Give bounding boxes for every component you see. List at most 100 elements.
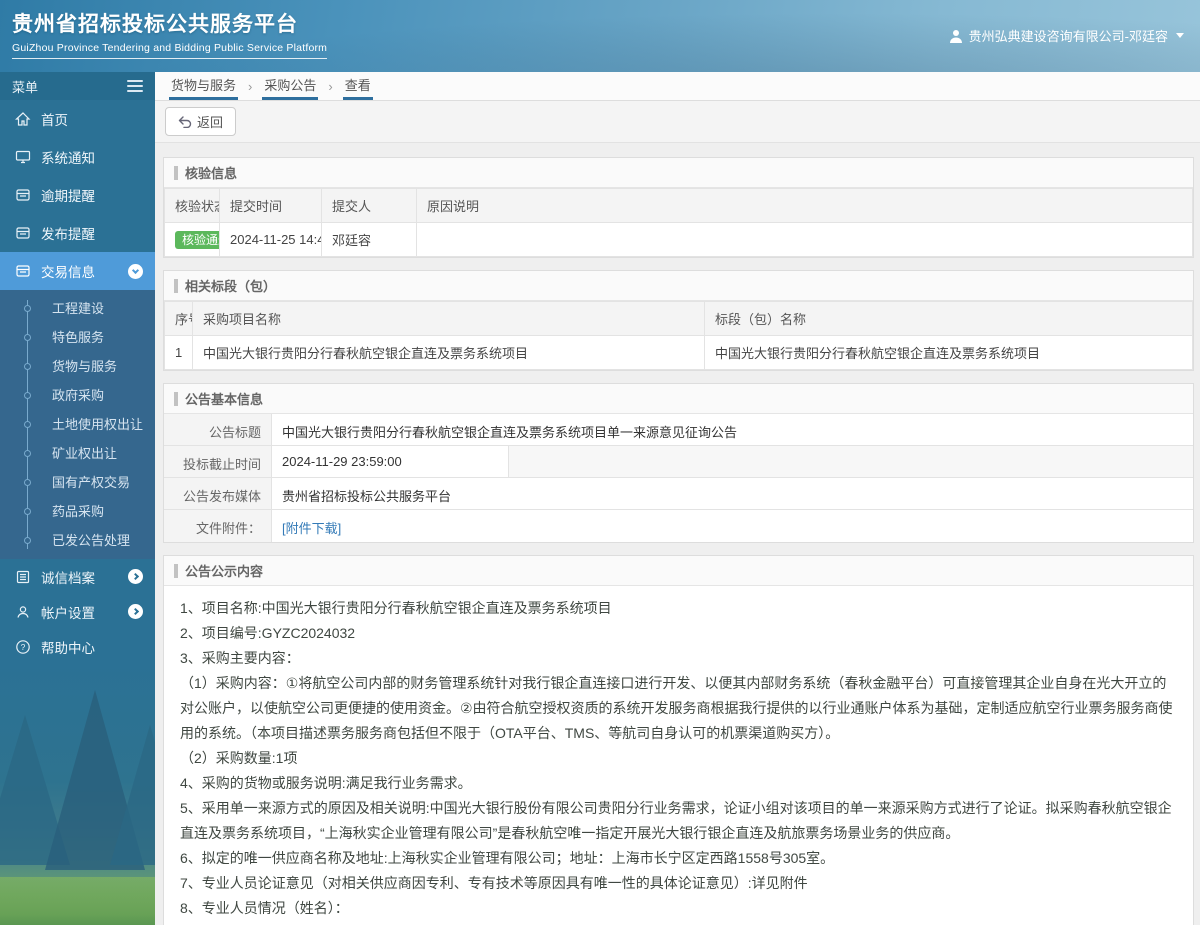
submenu-item-published-notice-handling[interactable]: 已发公告处理: [0, 526, 155, 555]
col-verify-status: 核验状态: [164, 188, 220, 223]
field-label: 投标截止时间: [164, 446, 272, 477]
notice-line: 2、项目编号:GYZC2024032: [180, 625, 356, 641]
brand: 贵州省招标投标公共服务平台 GuiZhou Province Tendering…: [12, 8, 328, 59]
submenu-item-state-property[interactable]: 国有产权交易: [0, 468, 155, 497]
page-subtitle: GuiZhou Province Tendering and Bidding P…: [12, 42, 328, 59]
breadcrumb-view[interactable]: 查看: [342, 72, 373, 100]
verification-panel: 核验信息 核验状态 提交时间 提交人 原因说明 核验通过 2024-11-25 …: [163, 157, 1194, 258]
submenu-item-land-use-rights[interactable]: 土地使用权出让: [0, 410, 155, 439]
attachment-download-link[interactable]: [附件下载]: [282, 521, 341, 536]
notice-line: 7、专业人员论证意见（对相关供应商因专利、专有技术等原因具有唯一性的具体论证意见…: [180, 875, 808, 891]
col-index: 序号: [164, 301, 193, 336]
toolbar: 返回: [155, 101, 1200, 143]
sidebar-item-label: 交易信息: [41, 265, 95, 280]
title-bar-marker: [174, 165, 178, 180]
question-icon: ?: [14, 638, 31, 655]
notice-line: 8、专业人员情况（姓名）：: [180, 900, 349, 916]
field-row-bid-deadline: 投标截止时间 2024-11-29 23:59:00: [164, 446, 1193, 478]
notice-line: 专家：张婷婷、张永环、熊华芬: [180, 921, 1177, 925]
col-package-name: 标段（包）名称: [704, 301, 1193, 336]
submenu-item-government-procurement[interactable]: 政府采购: [0, 381, 155, 410]
folder-icon: [14, 187, 31, 204]
title-bar-marker: [174, 278, 178, 293]
table-row: 核验通过 2024-11-25 14:46 邓廷容: [164, 222, 1193, 257]
notice-content-body: 1、项目名称:中国光大银行贵阳分行春秋航空银企直连及票务系统项目 2、项目编号:…: [164, 586, 1193, 925]
user-menu[interactable]: 贵州弘典建设咨询有限公司-邓廷容: [949, 26, 1184, 45]
field-row-attachment: 文件附件： [附件下载]: [164, 510, 1193, 542]
project-name-cell: 中国光大银行贵阳分行春秋航空银企直连及票务系统项目: [192, 335, 705, 370]
table-row: 1 中国光大银行贵阳分行春秋航空银企直连及票务系统项目 中国光大银行贵阳分行春秋…: [164, 335, 1193, 370]
transaction-submenu: 工程建设 特色服务 货物与服务 政府采购 土地使用权出让 矿业权出让 国有产权交…: [0, 290, 155, 559]
bid-deadline-value: 2024-11-29 23:59:00: [272, 446, 509, 477]
page-body: 核验信息 核验状态 提交时间 提交人 原因说明 核验通过 2024-11-25 …: [155, 143, 1200, 925]
col-project-name: 采购项目名称: [192, 301, 705, 336]
submenu-item-project-construction[interactable]: 工程建设: [0, 294, 155, 323]
sidebar-item-overdue-reminder[interactable]: 逾期提醒: [0, 176, 155, 214]
notice-line: 4、采购的货物或服务说明:满足我行业务需求。: [180, 775, 472, 791]
sidebar-item-label: 帐户设置: [41, 605, 95, 621]
index-cell: 1: [164, 335, 193, 370]
row-filler: [509, 446, 1193, 477]
verification-panel-title: 核验信息: [164, 158, 1193, 188]
notice-line: 1、项目名称:中国光大银行贵阳分行春秋航空银企直连及票务系统项目: [180, 600, 612, 616]
back-button-label: 返回: [197, 115, 224, 130]
sidebar-item-credit-archive[interactable]: 诚信档案: [0, 559, 155, 594]
folder-icon: [14, 225, 31, 242]
svg-text:?: ?: [20, 642, 25, 652]
breadcrumb-goods-services[interactable]: 货物与服务: [169, 72, 239, 100]
chevron-right-icon: [128, 604, 143, 619]
sidebar: 菜单 首页 系统通知 逾期提醒 发布提醒 交易信息 工程建设 特色服务 货物与服…: [0, 72, 155, 925]
monitor-icon: [14, 149, 31, 166]
field-row-publish-media: 公告发布媒体 贵州省招标投标公共服务平台: [164, 478, 1193, 510]
folder-icon: [14, 263, 31, 280]
hamburger-icon[interactable]: [127, 77, 143, 95]
field-label: 文件附件：: [164, 510, 272, 542]
notice-line: （1）采购内容：①将航空公司内部的财务管理系统针对我行银企直连接口进行开发、以便…: [180, 675, 1173, 741]
notice-line: 5、采用单一来源方式的原因及相关说明:中国光大银行股份有限公司贵阳分行业务需求，…: [180, 800, 1172, 841]
sidebar-item-label: 帮助中心: [41, 640, 95, 656]
table-header-row: 核验状态 提交时间 提交人 原因说明: [164, 188, 1193, 223]
packages-panel: 相关标段（包） 序号 采购项目名称 标段（包）名称 1 中国光大银行贵阳分行春秋…: [163, 270, 1194, 371]
publish-media-value: 贵州省招标投标公共服务平台: [272, 478, 1193, 509]
table-header-row: 序号 采购项目名称 标段（包）名称: [164, 301, 1193, 336]
user-icon: [14, 603, 31, 620]
submenu-item-mining-rights[interactable]: 矿业权出让: [0, 439, 155, 468]
notice-line: （2）采购数量:1项: [180, 750, 298, 766]
package-name-cell: 中国光大银行贵阳分行春秋航空银企直连及票务系统项目: [704, 335, 1193, 370]
submenu-item-drug-procurement[interactable]: 药品采购: [0, 497, 155, 526]
back-icon: [178, 115, 192, 128]
submenu-item-special-services[interactable]: 特色服务: [0, 323, 155, 352]
sidebar-item-account-settings[interactable]: 帐户设置: [0, 594, 155, 629]
breadcrumb-separator: ›: [328, 79, 333, 94]
list-icon: [14, 568, 31, 585]
back-button[interactable]: 返回: [165, 107, 237, 136]
sidebar-item-system-notice[interactable]: 系统通知: [0, 138, 155, 176]
title-bar-marker: [174, 563, 178, 578]
sidebar-item-label: 系统通知: [41, 151, 95, 166]
breadcrumb-separator: ›: [248, 79, 253, 94]
sidebar-item-publish-reminder[interactable]: 发布提醒: [0, 214, 155, 252]
sidebar-item-help-center[interactable]: ? 帮助中心: [0, 629, 155, 664]
submenu-item-goods-services[interactable]: 货物与服务: [0, 352, 155, 381]
packages-panel-title: 相关标段（包）: [164, 271, 1193, 301]
col-submitter: 提交人: [321, 188, 417, 223]
chevron-down-icon: [1176, 33, 1184, 38]
sidebar-item-label: 首页: [41, 113, 68, 128]
col-submit-time: 提交时间: [219, 188, 322, 223]
breadcrumb-procurement-notice[interactable]: 采购公告: [262, 72, 319, 100]
reason-cell: [416, 222, 1193, 257]
home-icon: [14, 111, 31, 128]
col-reason: 原因说明: [416, 188, 1193, 223]
sidebar-landscape-image: [0, 664, 155, 925]
sidebar-item-transaction-info[interactable]: 交易信息: [0, 252, 155, 290]
chevron-down-icon: [128, 263, 143, 279]
notice-line: 3、采购主要内容：: [180, 650, 300, 666]
status-badge: 核验通过: [175, 230, 219, 249]
sidebar-item-label: 逾期提醒: [41, 189, 95, 204]
sidebar-item-home[interactable]: 首页: [0, 100, 155, 138]
user-icon: [949, 29, 962, 43]
breadcrumb: 货物与服务 › 采购公告 › 查看: [155, 72, 1200, 101]
notice-title-value: 中国光大银行贵阳分行春秋航空银企直连及票务系统项目单一来源意见征询公告: [272, 414, 1193, 445]
chevron-right-icon: [128, 569, 143, 584]
verification-table: 核验状态 提交时间 提交人 原因说明 核验通过 2024-11-25 14:46…: [164, 188, 1193, 257]
